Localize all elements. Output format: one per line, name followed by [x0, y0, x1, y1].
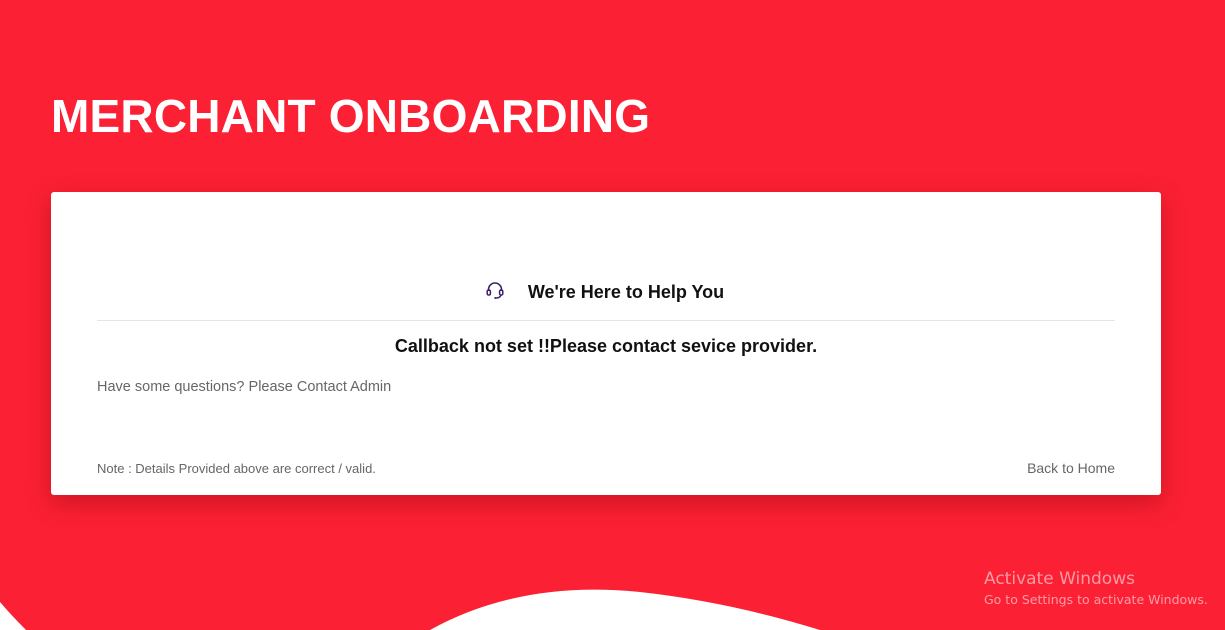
questions-text: Have some questions? Please Contact Admi… — [97, 379, 392, 395]
activate-windows-watermark: Activate Windows Go to Settings to activ… — [984, 568, 1224, 609]
help-title: We're Here to Help You — [527, 282, 725, 302]
callback-message: Callback not set !!Please contact sevice… — [394, 336, 818, 356]
activate-windows-subtitle: Go to Settings to activate Windows. — [984, 592, 1208, 607]
note-text: Note : Details Provided above are correc… — [97, 461, 376, 476]
back-to-home-link[interactable]: Back to Home — [1027, 459, 1115, 477]
help-header: We're Here to Help You — [51, 274, 1161, 310]
activate-windows-title: Activate Windows — [984, 569, 1135, 589]
divider — [97, 320, 1115, 321]
headset-icon — [484, 279, 506, 301]
page: MERCHANT ONBOARDING We're Here to Help Y… — [0, 0, 1225, 630]
help-card: We're Here to Help You Callback not set … — [51, 192, 1161, 495]
page-title: MERCHANT ONBOARDING — [51, 90, 651, 142]
